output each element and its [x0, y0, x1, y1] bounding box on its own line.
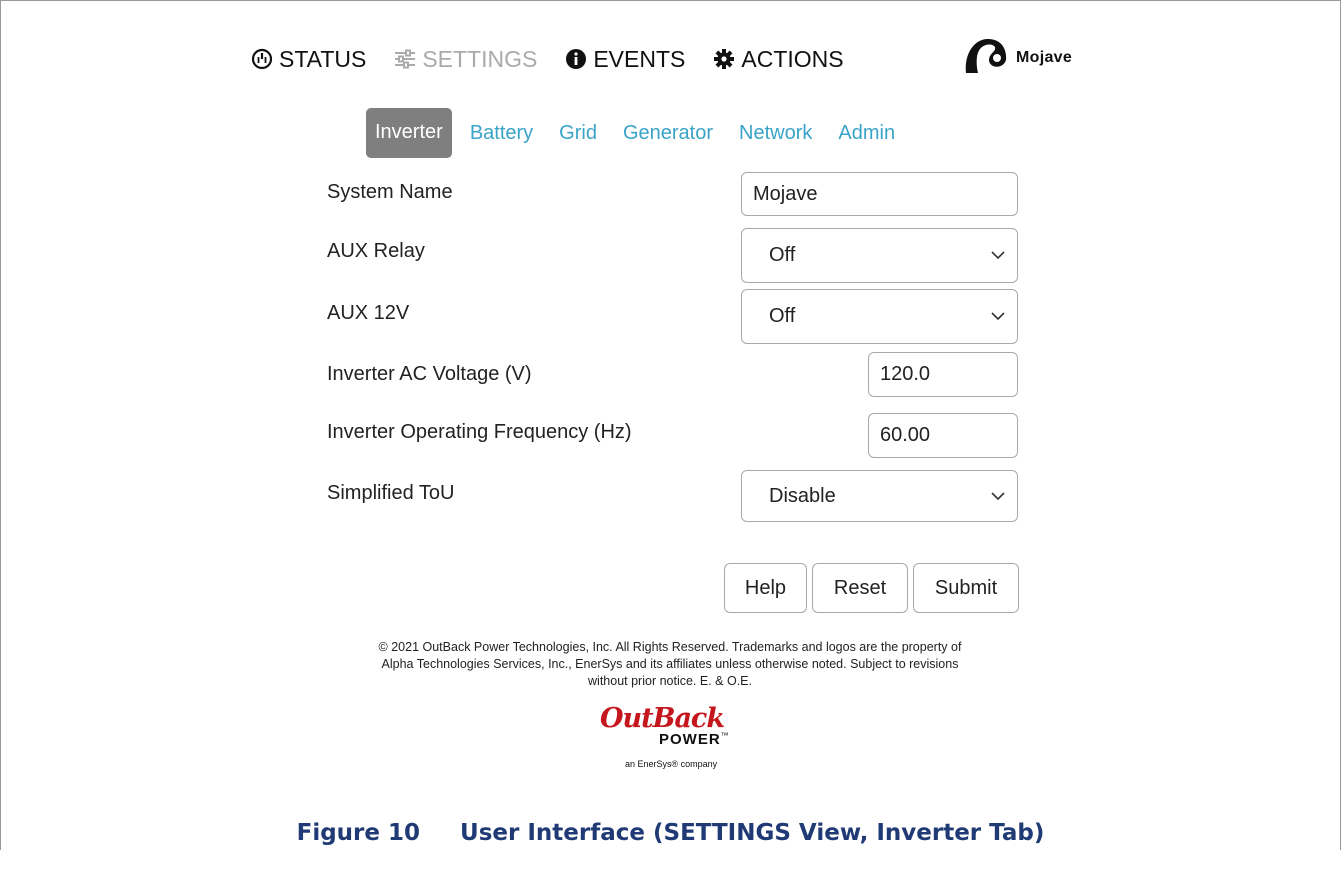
logo-power-group: POWER ™: [659, 731, 729, 748]
tab-battery[interactable]: Battery: [462, 112, 541, 155]
submit-button[interactable]: Submit: [913, 563, 1019, 613]
chevron-down-icon: [991, 491, 1005, 501]
chevron-down-icon: [991, 251, 1005, 260]
sliders-icon: [394, 49, 416, 69]
settings-tabs: Inverter Battery Grid Generator Network …: [366, 108, 913, 158]
user-name: Mojave: [1016, 48, 1073, 66]
system-name-value: Mojave: [753, 182, 818, 205]
copyright-line-3: without prior notice. E. & O.E.: [588, 674, 752, 688]
outback-power-logo: OutBack POWER ™ an EnerSys® company: [597, 703, 747, 775]
reset-button[interactable]: Reset: [812, 563, 908, 613]
system-name-input[interactable]: Mojave: [741, 172, 1018, 216]
nav-actions[interactable]: ACTIONS: [713, 45, 844, 73]
tou-select[interactable]: Disable: [741, 470, 1018, 522]
help-button[interactable]: Help: [724, 563, 807, 613]
aux-relay-select[interactable]: Off: [741, 228, 1018, 283]
user-avatar-icon: [962, 36, 1008, 79]
frequency-value: 60.00: [880, 424, 931, 446]
gauge-icon: [251, 48, 273, 70]
copyright-line-2: Alpha Technologies Services, Inc., EnerS…: [381, 657, 959, 671]
tou-label: Simplified ToU: [327, 482, 455, 504]
tou-value: Disable: [769, 484, 836, 507]
ac-voltage-value: 120.0: [880, 363, 931, 385]
tab-inverter[interactable]: Inverter: [366, 108, 452, 158]
aux-12v-label: AUX 12V: [327, 302, 410, 324]
gear-icon: [713, 48, 735, 70]
frequency-input[interactable]: 60.00: [868, 413, 1018, 458]
tab-network[interactable]: Network: [731, 112, 820, 155]
nav-actions-label: ACTIONS: [741, 45, 844, 72]
tab-generator[interactable]: Generator: [615, 112, 721, 155]
user-menu[interactable]: Mojave: [962, 36, 1072, 79]
logo-brand: OutBack: [600, 703, 725, 734]
top-nav: STATUS SETTINGS EVENTS ACTIONS: [251, 42, 872, 76]
tab-admin[interactable]: Admin: [830, 112, 903, 155]
copyright-footer: © 2021 OutBack Power Technologies, Inc. …: [290, 639, 1050, 690]
aux-12v-value: Off: [769, 305, 796, 327]
copyright-line-1: © 2021 OutBack Power Technologies, Inc. …: [378, 640, 962, 654]
nav-settings-label: SETTINGS: [422, 45, 538, 72]
aux-relay-label: AUX Relay: [327, 240, 425, 262]
nav-events[interactable]: EVENTS: [565, 46, 685, 73]
figure-caption: Figure 10 User Interface (SETTINGS View,…: [296, 820, 1045, 846]
info-icon: [565, 48, 587, 70]
nav-status[interactable]: STATUS: [251, 46, 366, 73]
nav-status-label: STATUS: [279, 45, 367, 72]
chevron-down-icon: [991, 312, 1005, 321]
nav-events-label: EVENTS: [593, 45, 686, 72]
logo-tagline: an EnerSys® company: [625, 759, 718, 769]
ac-voltage-label: Inverter AC Voltage (V): [327, 363, 532, 385]
aux-relay-value: Off: [769, 244, 796, 266]
ac-voltage-input[interactable]: 120.0: [868, 352, 1018, 397]
system-name-label: System Name: [327, 181, 453, 203]
aux-12v-select[interactable]: Off: [741, 289, 1018, 344]
nav-settings[interactable]: SETTINGS: [394, 46, 537, 73]
frequency-label: Inverter Operating Frequency (Hz): [327, 421, 632, 443]
logo-power: POWER: [659, 731, 721, 748]
tab-grid[interactable]: Grid: [551, 112, 605, 155]
logo-tm: ™: [720, 731, 729, 740]
